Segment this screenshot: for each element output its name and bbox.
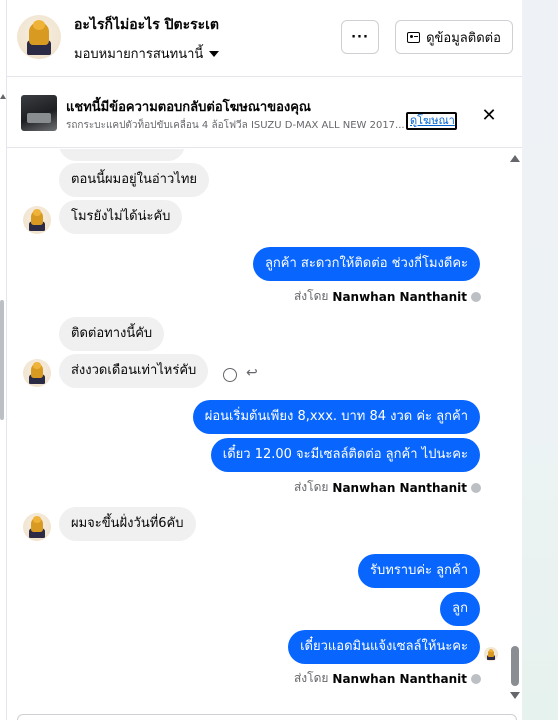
sent-by-name: Nanwhan Nanthanit — [332, 289, 467, 304]
reply-icon[interactable]: ↩ — [246, 365, 258, 381]
sent-by-name: Nanwhan Nanthanit — [332, 480, 467, 495]
sent-by-label: ส่งโดย Nanwhan Nanthanit — [294, 287, 481, 306]
sent-by-prefix: ส่งโดย — [293, 480, 329, 494]
sent-by-prefix: ส่งโดย — [293, 671, 329, 685]
assign-conversation-dropdown[interactable]: มอบหมายการสนทนานี้ — [74, 43, 220, 64]
message-composer[interactable] — [17, 714, 517, 720]
message-bubble-outgoing: ผ่อนเริ่มต้นเพียง 8,xxx. บาท 84 งวด ค่ะ … — [192, 400, 480, 434]
sent-by-label: ส่งโดย Nanwhan Nanthanit — [294, 478, 481, 497]
close-icon[interactable]: ✕ — [477, 103, 501, 127]
view-ad-link[interactable]: ดูโฆษณา — [406, 112, 457, 130]
view-contact-label: ดูข้อมูลติดต่อ — [426, 30, 501, 46]
message-bubble-outgoing: รับทราบค่ะ ลูกค้า — [358, 554, 480, 588]
sender-avatar[interactable] — [23, 206, 51, 234]
page-name[interactable]: อะไรก็ไม่อะไร ปิตะระเต — [74, 14, 219, 36]
message-bubble-incoming: ติดต่อทางนี้คับ — [59, 317, 165, 351]
sender-avatar[interactable] — [23, 513, 51, 541]
rail-scrollbar-thumb[interactable] — [0, 300, 4, 420]
sent-by-name: Nanwhan Nanthanit — [332, 671, 467, 686]
smiley-icon[interactable] — [223, 368, 237, 382]
more-options-button[interactable]: ··· — [341, 20, 379, 54]
sent-by-label: ส่งโดย Nanwhan Nanthanit — [294, 669, 481, 688]
ad-banner-description: รถกระบะแคปตัวท็อปขับเคลื่อน 4 ล้อโฟวีล I… — [66, 120, 404, 131]
right-side-background — [522, 0, 558, 720]
message-bubble-incoming: ส่งงวดเดือนเท่าไหร่คับ — [59, 354, 209, 388]
sent-by-prefix: ส่งโดย — [293, 289, 329, 303]
left-rail — [0, 0, 7, 720]
chevron-down-icon — [209, 50, 220, 57]
ad-thumbnail[interactable] — [21, 95, 57, 131]
rail-scroll-up-icon[interactable] — [0, 94, 6, 99]
message-bubble-outgoing: ลูกค้า สะดวกให้ติดต่อ ช่วงกี่โมงดีคะ — [252, 247, 480, 281]
message-bubble-incoming: ตอนนี้ผมอยู่ในอ่าวไทย — [59, 163, 210, 197]
info-icon[interactable] — [471, 482, 481, 493]
message-bubble-outgoing: เดี๋ยว 12.00 จะมีเซลล์ติดต่อ ลูกค้า ไปนะ… — [210, 438, 480, 472]
seen-receipt-avatar — [484, 647, 498, 661]
message-bubble-outgoing: ลูก — [440, 592, 480, 626]
sender-avatar[interactable] — [23, 359, 51, 387]
thread-scroll-up-icon[interactable] — [510, 155, 520, 162]
info-icon[interactable] — [471, 673, 481, 684]
conversation-header: อะไรก็ไม่อะไร ปิตะระเต มอบหมายการสนทนานี… — [7, 0, 522, 77]
thread-scroll-down-icon[interactable] — [510, 692, 520, 699]
ad-reply-banner: แชทนี้มีข้อความตอบกลับต่อโฆษณาของคุณ รถก… — [7, 78, 522, 148]
message-bubble-partial — [59, 149, 185, 161]
message-bubble-incoming: โมรยังไม่ได้น่ะคับ — [59, 200, 183, 234]
title-block: อะไรก็ไม่อะไร ปิตะระเต มอบหมายการสนทนานี… — [74, 14, 220, 64]
contact-card-icon — [407, 31, 421, 43]
message-bubble-incoming: ผมจะขึ้นฝั่งวันที่6คับ — [59, 507, 196, 541]
assign-conversation-label: มอบหมายการสนทนานี้ — [74, 47, 204, 62]
thread-scrollbar-thumb[interactable] — [511, 646, 519, 686]
info-icon[interactable] — [471, 291, 481, 302]
conversation-panel: อะไรก็ไม่อะไร ปิตะระเต มอบหมายการสนทนานี… — [7, 0, 522, 720]
message-bubble-outgoing: เดี๋ยวแอดมินแจ้งเซลล์ให้นะคะ — [288, 630, 480, 664]
ad-banner-title: แชทนี้มีข้อความตอบกลับต่อโฆษณาของคุณ — [66, 100, 311, 115]
profile-avatar[interactable] — [17, 15, 61, 59]
message-thread: ตอนนี้ผมอยู่ในอ่าวไทย โมรยังไม่ได้น่ะคับ… — [7, 149, 522, 720]
view-contact-button[interactable]: ดูข้อมูลติดต่อ — [395, 20, 513, 54]
